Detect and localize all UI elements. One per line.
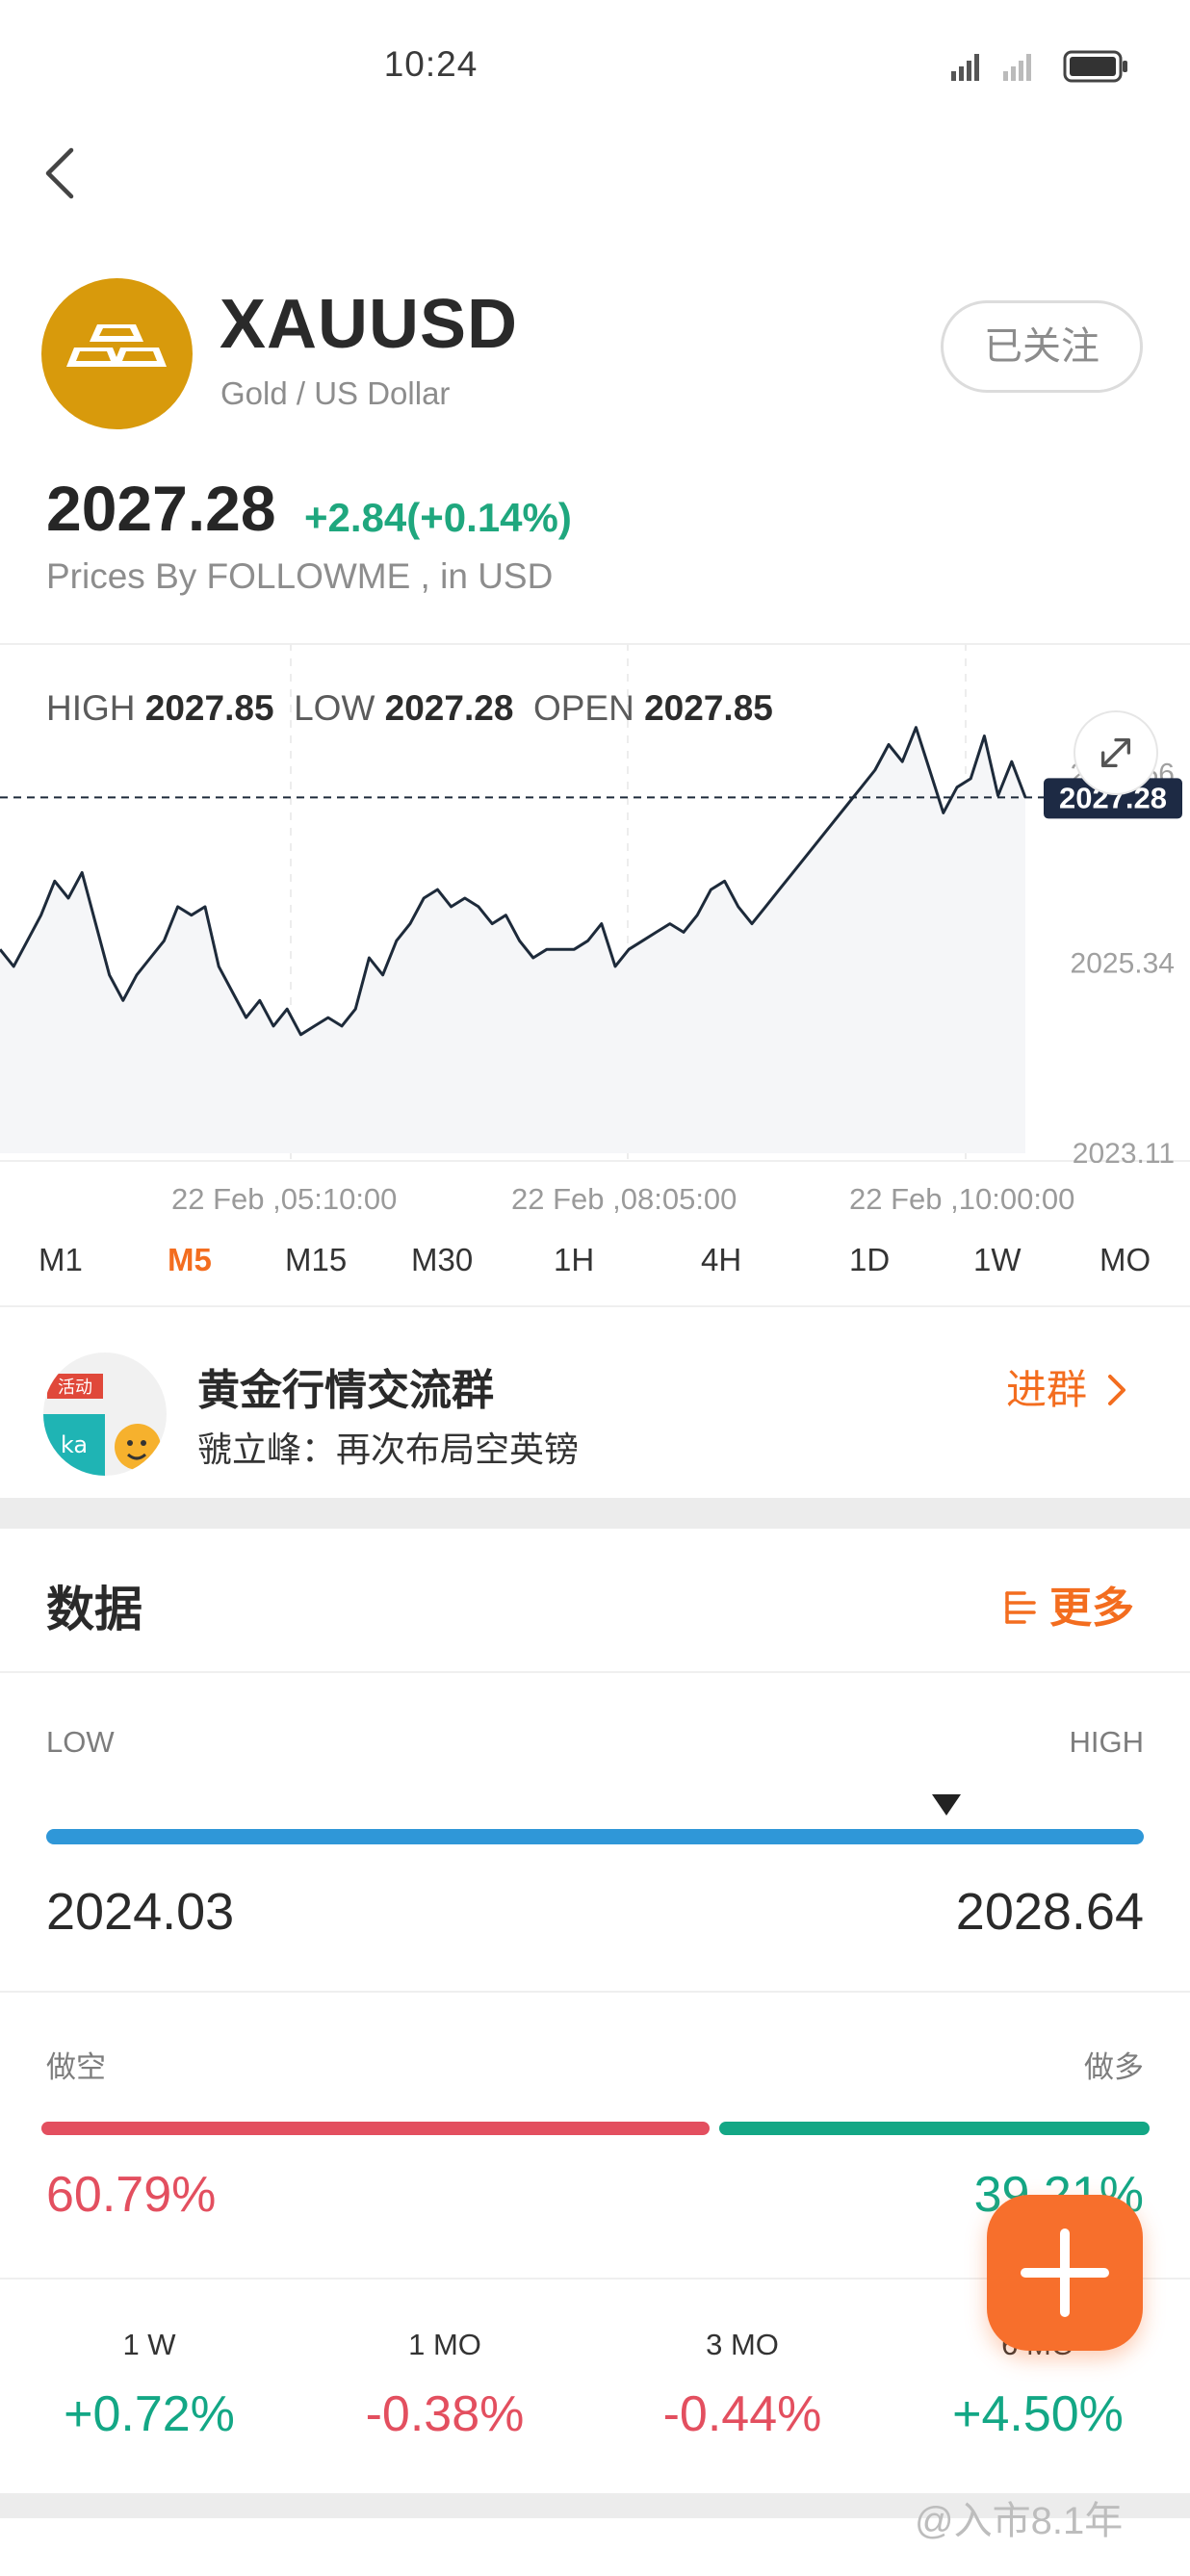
tab-m5[interactable]: M5	[168, 1242, 212, 1278]
current-price: 2027.28	[46, 473, 276, 544]
x-tick-label: 22 Feb ,05:10:00	[171, 1182, 398, 1216]
gold-bars-icon	[66, 324, 167, 367]
group-last-message: 虢立峰：再次布局空英镑	[197, 1430, 580, 1469]
section-separator	[0, 1498, 1190, 1529]
high-label: HIGH	[46, 688, 136, 728]
period-change: -0.38%	[365, 2386, 525, 2442]
tab-1d[interactable]: 1D	[849, 1242, 890, 1278]
low-value: 2027.28	[384, 688, 514, 728]
plus-icon	[1021, 2228, 1109, 2317]
timeframe-tabs: M1 M5 M15 M30 1H 4H 1D 1W MO	[0, 1242, 1190, 1296]
group-name[interactable]: 黄金行情交流群	[197, 1355, 494, 1417]
hlo-summary: HIGH 2027.85 LOW 2027.28 OPEN 2027.85	[46, 688, 773, 729]
period-change: -0.44%	[662, 2386, 822, 2442]
open-label: OPEN	[532, 688, 634, 728]
expand-icon[interactable]	[1074, 710, 1158, 795]
range-bar	[46, 1829, 1144, 1844]
group-avatar[interactable]: 活动 ka	[43, 1352, 167, 1476]
period-label: 3 MO	[706, 2328, 779, 2361]
period-change: +4.50%	[952, 2386, 1124, 2442]
price-change: +2.84(+0.14%)	[304, 495, 572, 540]
symbol-title: XAUUSD	[220, 286, 519, 363]
divider	[0, 1305, 1190, 1307]
signal-icon	[951, 54, 979, 81]
open-value: 2027.85	[644, 688, 773, 728]
tab-m15[interactable]: M15	[285, 1242, 347, 1278]
gold-logo	[41, 278, 193, 429]
tab-1h[interactable]: 1H	[554, 1242, 594, 1278]
long-ratio-bar	[718, 2122, 1150, 2135]
range-high-label: HIGH	[1069, 1725, 1145, 1759]
range-marker-icon	[931, 1794, 961, 1816]
tab-mo[interactable]: MO	[1099, 1242, 1151, 1278]
high-value: 2027.85	[144, 688, 274, 728]
follow-button[interactable]: 已关注	[941, 300, 1143, 393]
more-button[interactable]: 更多	[1001, 1573, 1134, 1635]
range-high-value: 2028.64	[955, 1883, 1144, 1941]
period-label: 1 W	[122, 2328, 176, 2361]
range-low-label: LOW	[46, 1725, 115, 1759]
more-label: 更多	[1049, 1584, 1134, 1632]
y-tick-label: 2023.11	[1073, 1138, 1175, 1163]
join-label: 进群	[1006, 1367, 1088, 1412]
x-tick-label: 22 Feb ,10:00:00	[849, 1182, 1075, 1216]
short-label: 做空	[46, 2050, 106, 2084]
tab-m30[interactable]: M30	[411, 1242, 473, 1278]
period-label: 1 MO	[408, 2328, 481, 2361]
tab-m1[interactable]: M1	[39, 1242, 83, 1278]
watermark: @入市8.1年	[915, 2500, 1124, 2542]
tab-4h[interactable]: 4H	[701, 1242, 741, 1278]
list-icon	[1005, 1591, 1036, 1624]
divider	[0, 1991, 1190, 1993]
signal-2-icon	[1003, 54, 1031, 81]
join-group-button[interactable]: 进群	[1006, 1357, 1129, 1416]
low-label: LOW	[294, 688, 375, 728]
symbol-name: Gold / US Dollar	[220, 375, 451, 411]
chevron-right-icon	[1107, 1375, 1125, 1405]
back-icon[interactable]	[39, 144, 85, 202]
tab-1w[interactable]: 1W	[973, 1242, 1022, 1278]
data-section-title: 数据	[46, 1583, 142, 1636]
short-ratio-bar	[41, 2122, 710, 2135]
battery-icon	[1063, 50, 1127, 83]
period-change: +0.72%	[64, 2386, 235, 2442]
avatar-text: ka	[61, 1431, 88, 1458]
range-low-value: 2024.03	[46, 1883, 235, 1941]
divider	[0, 1671, 1190, 1673]
price-area	[0, 727, 1025, 1153]
long-label: 做多	[1084, 2050, 1144, 2084]
add-fab-button[interactable]	[987, 2195, 1143, 2351]
x-tick-label: 22 Feb ,08:05:00	[511, 1182, 737, 1216]
short-percent: 60.79%	[46, 2167, 217, 2223]
status-time: 10:24	[383, 44, 479, 84]
status-icons	[951, 50, 1127, 83]
avatar-tag: 活动	[58, 1378, 92, 1398]
price-source-note: Prices By FOLLOWME , in USD	[46, 556, 554, 596]
y-tick-label: 2025.34	[1071, 947, 1175, 979]
